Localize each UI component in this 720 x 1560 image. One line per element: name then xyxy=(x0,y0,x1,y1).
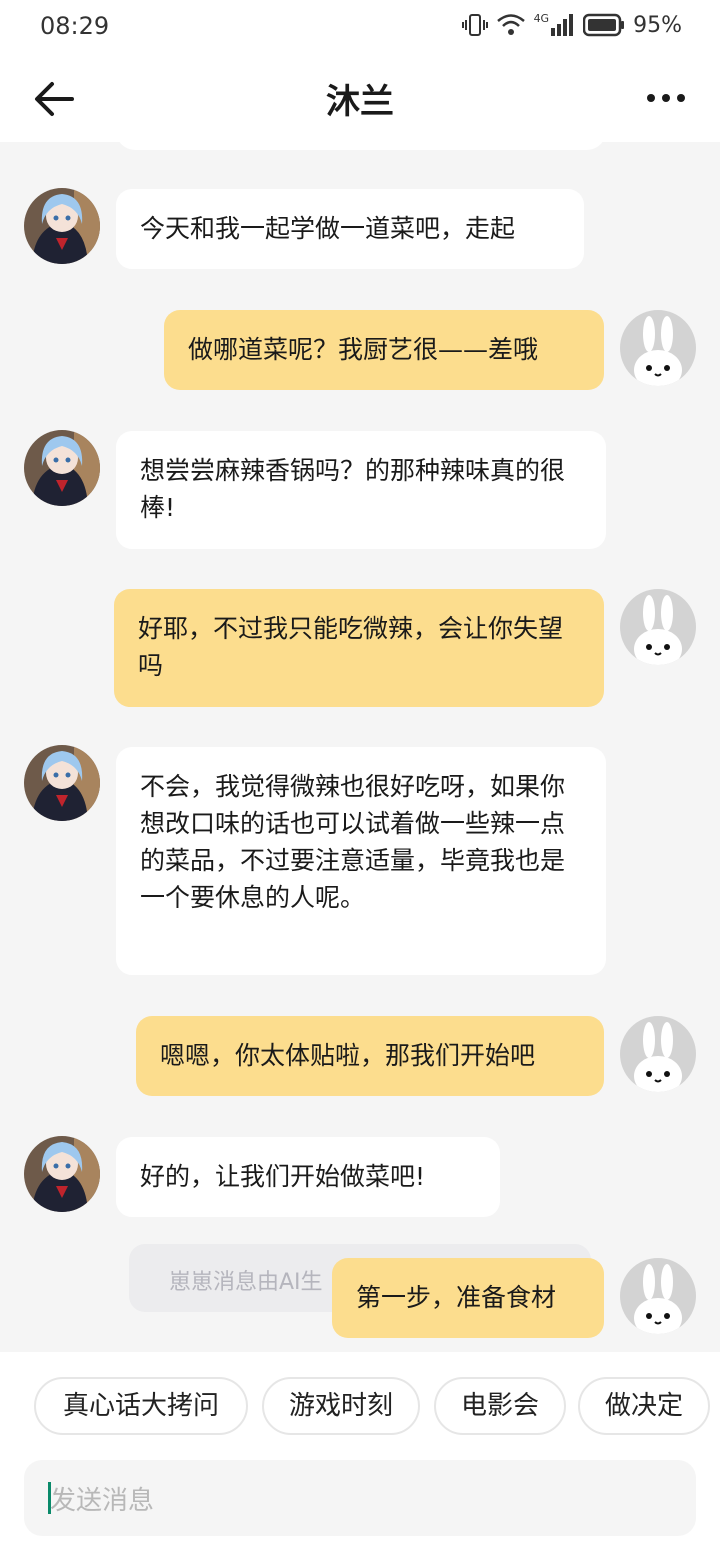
bot-avatar[interactable] xyxy=(24,1136,100,1212)
network-type: 4G xyxy=(533,11,550,25)
bot-message-bubble[interactable]: 不会，我觉得微辣也很好吃呀，如果你想改口味的话也可以试着做一些辣一点的菜品，不过… xyxy=(116,747,606,975)
message-input[interactable]: 发送消息 xyxy=(24,1460,696,1536)
user-avatar[interactable] xyxy=(620,310,696,386)
status-icons: 4G 95% xyxy=(461,11,682,38)
battery-icon xyxy=(583,13,625,37)
bot-message-bubble[interactable]: 想尝尝麻辣香锅吗？的那种辣味真的很棒! xyxy=(116,431,606,549)
bot-avatar-image xyxy=(24,745,100,821)
battery-percent: 95% xyxy=(633,12,682,38)
user-message-bubble[interactable]: 做哪道菜呢？我厨艺很——差哦 xyxy=(164,310,604,390)
more-dots-icon xyxy=(647,94,685,102)
bottom-panel: 真心话大拷问 游戏时刻 电影会 做决定 发送消息 xyxy=(0,1352,720,1560)
user-avatar[interactable] xyxy=(620,589,696,665)
user-message-bubble[interactable]: 嗯嗯，你太体贴啦，那我们开始吧 xyxy=(136,1016,604,1096)
signal-icon xyxy=(551,14,574,36)
bot-avatar[interactable] xyxy=(24,430,100,506)
status-time: 08:29 xyxy=(40,12,110,40)
message-input-placeholder: 发送消息 xyxy=(50,1486,155,1516)
previous-message-bubble xyxy=(116,142,606,150)
bot-avatar[interactable] xyxy=(24,188,100,264)
bot-message-bubble[interactable]: 好的，让我们开始做菜吧! xyxy=(116,1137,500,1217)
user-avatar[interactable] xyxy=(620,1016,696,1092)
rabbit-avatar-icon xyxy=(634,595,682,665)
nav-bar: 沐兰 xyxy=(0,56,720,142)
quick-reply-movie[interactable]: 电影会 xyxy=(434,1377,566,1435)
bot-message-bubble[interactable]: 今天和我一起学做一道菜吧，走起 xyxy=(116,189,584,269)
bot-avatar[interactable] xyxy=(24,745,100,821)
quick-reply-decide[interactable]: 做决定 xyxy=(578,1377,710,1435)
user-message-bubble[interactable]: 第一步，准备食材 xyxy=(332,1258,604,1338)
status-bar: 08:29 4G 95% xyxy=(0,0,720,56)
bot-avatar-image xyxy=(24,1136,100,1212)
quick-reply-truth[interactable]: 真心话大拷问 xyxy=(34,1377,248,1435)
rabbit-avatar-icon xyxy=(634,1264,682,1334)
bot-avatar-image xyxy=(24,430,100,506)
chat-title: 沐兰 xyxy=(326,82,394,122)
bot-avatar-image xyxy=(24,188,100,264)
vibrate-icon xyxy=(461,14,488,36)
more-button[interactable] xyxy=(646,80,686,116)
wifi-icon xyxy=(496,14,525,35)
rabbit-avatar-icon xyxy=(634,316,682,386)
user-message-bubble[interactable]: 好耶，不过我只能吃微辣，会让你失望吗 xyxy=(114,589,604,707)
message-list[interactable]: 今天和我一起学做一道菜吧，走起 做哪道菜呢？我厨艺很——差哦 想尝尝麻辣香锅吗？… xyxy=(0,142,720,1352)
user-avatar[interactable] xyxy=(620,1258,696,1334)
rabbit-avatar-icon xyxy=(634,1022,682,1092)
quick-reply-game[interactable]: 游戏时刻 xyxy=(262,1377,420,1435)
